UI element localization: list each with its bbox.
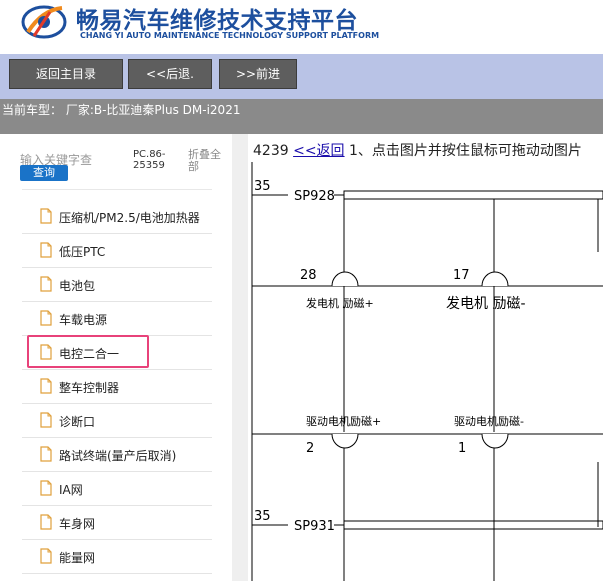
search-button[interactable]: 查询 (20, 165, 68, 181)
tree-item[interactable]: 路试终端(量产后取消) (22, 439, 212, 472)
tree-item[interactable]: 车载电源 (22, 303, 212, 336)
pin-label: 28 (300, 268, 317, 283)
tree-item-label: 车身网 (59, 517, 96, 531)
main-panel: 4239 <<返回 1、点击图片并按住鼠标可拖动动图片 35 SP928 28 … (248, 134, 603, 581)
splice-label: SP931 (294, 519, 335, 534)
tree-item-label: 诊断口 (59, 415, 96, 429)
divider (22, 189, 212, 190)
brand-subtitle: CHANG YI AUTO MAINTENANCE TECHNOLOGY SUP… (80, 31, 380, 40)
instruction-text: 1、点击图片并按住鼠标可拖动动图片 (349, 143, 582, 159)
back-button[interactable]: <<后退. (128, 59, 212, 89)
back-link[interactable]: <<返回 (293, 143, 344, 159)
splice-point (343, 190, 603, 200)
document-icon (40, 276, 52, 292)
tree-item-label: 低压PTC (59, 245, 106, 259)
tree-item[interactable]: 诊断口 (22, 405, 212, 438)
tree-item-label: 车载电源 (59, 313, 108, 327)
current-vehicle: 当前车型： 厂家:B-比亚迪秦Plus DM-i2021 (0, 99, 603, 134)
header: 畅易汽车维修技术支持平台 CHANG YI AUTO MAINTENANCE T… (0, 0, 603, 52)
wiring-diagram[interactable]: 35 SP928 28 17 发电机 励磁+ 发电机 励磁- 驱动电机励磁+ 驱… (248, 162, 603, 581)
document-icon (40, 480, 52, 496)
sidebar: 输入关键字查 查询 PC.86-25359 折叠全部 压缩机/PM2.5/电池加… (0, 134, 248, 581)
pin-label: 1 (458, 441, 466, 456)
pin-label: 35 (254, 179, 271, 194)
pin-label: 17 (453, 268, 470, 283)
document-icon (40, 548, 52, 564)
tree-item-label: 路试终端(量产后取消) (59, 449, 177, 463)
tree-item-label: 电池包 (59, 279, 96, 293)
document-icon (40, 412, 52, 428)
tree-item-label: 能量网 (59, 551, 96, 565)
connector-pin (481, 271, 509, 287)
sidebar-splitter[interactable] (232, 134, 248, 581)
tree-item-label: IA网 (59, 483, 83, 497)
home-button[interactable]: 返回主目录 (9, 59, 123, 89)
document-icon (40, 514, 52, 530)
document-icon (40, 446, 52, 462)
document-icon (40, 310, 52, 326)
splice-point (343, 520, 603, 530)
tree-item-label: 整车控制器 (59, 381, 120, 395)
forward-button[interactable]: >>前进 (219, 59, 297, 89)
selection-highlight (27, 335, 149, 368)
tree-item[interactable]: 车身网 (22, 507, 212, 540)
document-id: 4239 (253, 143, 289, 159)
connector-pin (331, 271, 359, 287)
tree-item[interactable]: 低压PTC (22, 235, 212, 268)
tree-item[interactable]: 能量网 (22, 541, 212, 574)
info-line: 4239 <<返回 1、点击图片并按住鼠标可拖动动图片 (253, 140, 582, 160)
brand-title: 畅易汽车维修技术支持平台 (76, 8, 358, 34)
document-icon (40, 208, 52, 224)
pc-code: PC.86-25359 (133, 149, 166, 171)
collapse-all-button[interactable]: 折叠全部 (188, 149, 226, 173)
tree-item-label: 压缩机/PM2.5/电池加热器 (59, 211, 200, 225)
splice-label: SP928 (294, 189, 335, 204)
component-label: 发电机 励磁- (446, 296, 526, 312)
tree-item[interactable]: IA网 (22, 473, 212, 506)
connector-pin (331, 433, 359, 449)
tree-item[interactable]: 整车控制器 (22, 371, 212, 404)
document-icon (40, 378, 52, 394)
tree-item[interactable]: 电池包 (22, 269, 212, 302)
tree-item[interactable]: 压缩机/PM2.5/电池加热器 (22, 201, 212, 234)
toolbar: 返回主目录 <<后退. >>前进 (0, 54, 603, 96)
connector-pin (481, 433, 509, 449)
component-label: 驱动电机励磁- (454, 414, 524, 428)
logo-icon (21, 5, 67, 39)
component-label: 驱动电机励磁+ (306, 414, 381, 428)
pin-label: 35 (254, 509, 271, 524)
document-icon (40, 242, 52, 258)
component-label: 发电机 励磁+ (306, 296, 374, 310)
pin-label: 2 (306, 441, 314, 456)
